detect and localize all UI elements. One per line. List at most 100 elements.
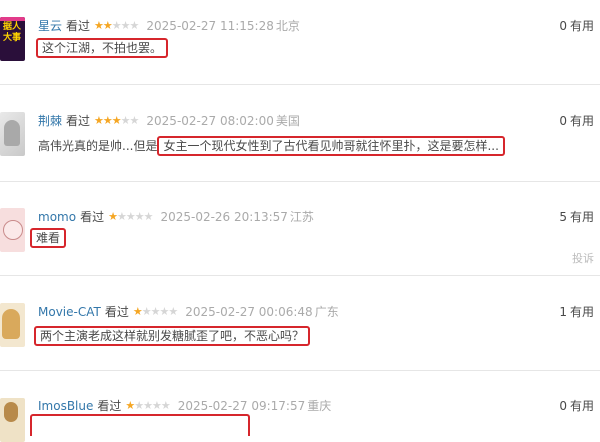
user-avatar[interactable] bbox=[0, 208, 25, 252]
useful-vote[interactable]: 0 有用 bbox=[559, 397, 594, 415]
comment-location: 北京 bbox=[275, 19, 300, 33]
comment-meta: 荆棘 看过 ★★★★★ 2025-02-27 08:02:00 美国 bbox=[38, 112, 300, 130]
useful-label: 有用 bbox=[569, 19, 594, 33]
star-filled-icon: ★ bbox=[102, 19, 113, 32]
comment-highlight: 女主一个现代女性到了古代看见帅哥就往怀里扑，这是要怎样... bbox=[157, 136, 505, 156]
useful-label: 有用 bbox=[569, 210, 594, 224]
comment-divider bbox=[0, 84, 600, 85]
comment-item: momo 看过 ★★★★★ 2025-02-26 20:13:57 江苏 5 有用… bbox=[0, 208, 600, 278]
useful-count: 0 bbox=[559, 19, 567, 33]
avatar-poster-text: 据人 大事 bbox=[3, 22, 22, 43]
useful-count: 0 bbox=[559, 399, 567, 413]
useful-label: 有用 bbox=[569, 399, 594, 413]
useful-vote[interactable]: 0 有用 bbox=[559, 112, 594, 130]
comment-item: 荆棘 看过 ★★★★★ 2025-02-27 08:02:00 美国 0 有用 高… bbox=[0, 112, 600, 172]
comment-location: 重庆 bbox=[307, 399, 332, 413]
username-link[interactable]: 荆棘 bbox=[38, 112, 62, 130]
comment-location: 广东 bbox=[314, 305, 339, 319]
comment-meta: Movie-CAT 看过 ★★★★★ 2025-02-27 00:06:48 广… bbox=[38, 303, 339, 321]
star-filled-icon: ★ bbox=[111, 114, 122, 127]
avatar-figure bbox=[2, 309, 20, 339]
comment-highlight-partial bbox=[30, 414, 250, 436]
star-filled-icon: ★ bbox=[125, 399, 135, 412]
comment-text: 难看 bbox=[30, 228, 67, 248]
comment-feed-page: { "comments": [ { "user": "星云", "watched… bbox=[0, 0, 600, 442]
useful-count: 5 bbox=[559, 210, 567, 224]
rating-stars: ★★★★★ bbox=[132, 303, 178, 321]
rating-stars: ★★★★★ bbox=[108, 208, 154, 226]
comment-text: 两个主演老成这样就别发糖腻歪了吧，不恶心吗？ bbox=[34, 326, 311, 346]
star-empty-icon: ★ bbox=[125, 210, 136, 223]
comment-plain-text: 高伟光真的是帅...但是 bbox=[38, 139, 158, 153]
useful-vote[interactable]: 0 有用 bbox=[559, 17, 594, 35]
rating-stars: ★★★★★ bbox=[125, 397, 171, 415]
comment-text: 高伟光真的是帅...但是 女主一个现代女性到了古代看见帅哥就往怀里扑，这是要怎样.… bbox=[38, 136, 505, 156]
report-link[interactable]: 投诉 bbox=[572, 250, 594, 266]
avatar-accent bbox=[0, 17, 25, 21]
star-filled-icon: ★ bbox=[102, 114, 113, 127]
comment-highlight: 难看 bbox=[30, 228, 67, 248]
star-filled-icon: ★ bbox=[132, 305, 143, 318]
comment-time[interactable]: 2025-02-27 08:02:00 bbox=[146, 112, 273, 130]
comment-time[interactable]: 2025-02-26 20:13:57 bbox=[160, 208, 287, 226]
watched-label: 看过 bbox=[80, 210, 105, 224]
star-empty-icon: ★ bbox=[129, 114, 140, 127]
star-empty-icon: ★ bbox=[116, 210, 127, 223]
star-empty-icon: ★ bbox=[143, 399, 153, 412]
useful-vote[interactable]: 5 有用 bbox=[559, 208, 594, 226]
comment-meta: 星云 看过 ★★★★★ 2025-02-27 11:15:28 北京 bbox=[38, 17, 300, 35]
user-avatar[interactable]: 据人 大事 bbox=[0, 17, 25, 61]
comment-location: 江苏 bbox=[289, 210, 314, 224]
star-empty-icon: ★ bbox=[129, 19, 140, 32]
star-empty-icon: ★ bbox=[134, 399, 144, 412]
watched-label: 看过 bbox=[104, 305, 129, 319]
useful-vote[interactable]: 1 有用 bbox=[559, 303, 594, 321]
star-empty-icon: ★ bbox=[111, 19, 122, 32]
avatar-face bbox=[3, 220, 23, 240]
watched-label: 看过 bbox=[66, 114, 91, 128]
star-empty-icon: ★ bbox=[120, 114, 131, 127]
watched-label: 看过 bbox=[97, 399, 122, 413]
rating-stars: ★★★★★ bbox=[94, 17, 140, 35]
star-filled-icon: ★ bbox=[94, 114, 104, 127]
star-empty-icon: ★ bbox=[143, 210, 154, 223]
comment-item: ImosBlue 看过 ★★★★★ 2025-02-27 09:17:57 重庆… bbox=[0, 397, 600, 442]
comment-divider bbox=[0, 275, 600, 276]
useful-count: 0 bbox=[559, 114, 567, 128]
star-empty-icon: ★ bbox=[160, 399, 171, 412]
avatar-figure bbox=[4, 120, 20, 146]
comment-time[interactable]: 2025-02-27 11:15:28 bbox=[146, 17, 273, 35]
star-filled-icon: ★ bbox=[94, 19, 104, 32]
comment-divider bbox=[0, 370, 600, 371]
star-empty-icon: ★ bbox=[141, 305, 152, 318]
username-link[interactable]: momo bbox=[38, 208, 76, 226]
comment-time[interactable]: 2025-02-27 00:06:48 bbox=[185, 303, 312, 321]
comment-item: 据人 大事 星云 看过 ★★★★★ 2025-02-27 11:15:28 北京… bbox=[0, 17, 600, 77]
comment-text: 这个江湖，不拍也罢。 bbox=[36, 38, 169, 58]
watched-label: 看过 bbox=[66, 19, 91, 33]
star-filled-icon: ★ bbox=[108, 210, 118, 223]
user-avatar[interactable] bbox=[0, 112, 25, 156]
useful-count: 1 bbox=[559, 305, 567, 319]
useful-label: 有用 bbox=[569, 114, 594, 128]
username-link[interactable]: Movie-CAT bbox=[38, 303, 101, 321]
avatar-figure bbox=[4, 402, 18, 422]
star-empty-icon: ★ bbox=[134, 210, 145, 223]
comment-time[interactable]: 2025-02-27 09:17:57 bbox=[178, 397, 305, 415]
username-link[interactable]: 星云 bbox=[38, 17, 62, 35]
rating-stars: ★★★★★ bbox=[94, 112, 140, 130]
star-empty-icon: ★ bbox=[152, 399, 162, 412]
star-empty-icon: ★ bbox=[120, 19, 131, 32]
useful-label: 有用 bbox=[569, 305, 594, 319]
user-avatar[interactable] bbox=[0, 398, 25, 442]
comment-divider bbox=[0, 181, 600, 182]
user-avatar[interactable] bbox=[0, 303, 25, 347]
comment-meta: momo 看过 ★★★★★ 2025-02-26 20:13:57 江苏 bbox=[38, 208, 314, 226]
comment-highlight: 这个江湖，不拍也罢。 bbox=[36, 38, 169, 58]
comment-location: 美国 bbox=[275, 114, 300, 128]
username-link[interactable]: ImosBlue bbox=[38, 397, 93, 415]
star-empty-icon: ★ bbox=[168, 305, 178, 318]
comment-highlight: 两个主演老成这样就别发糖腻歪了吧，不恶心吗？ bbox=[34, 326, 311, 346]
comment-item: Movie-CAT 看过 ★★★★★ 2025-02-27 00:06:48 广… bbox=[0, 303, 600, 368]
comment-meta: ImosBlue 看过 ★★★★★ 2025-02-27 09:17:57 重庆 bbox=[38, 397, 331, 415]
